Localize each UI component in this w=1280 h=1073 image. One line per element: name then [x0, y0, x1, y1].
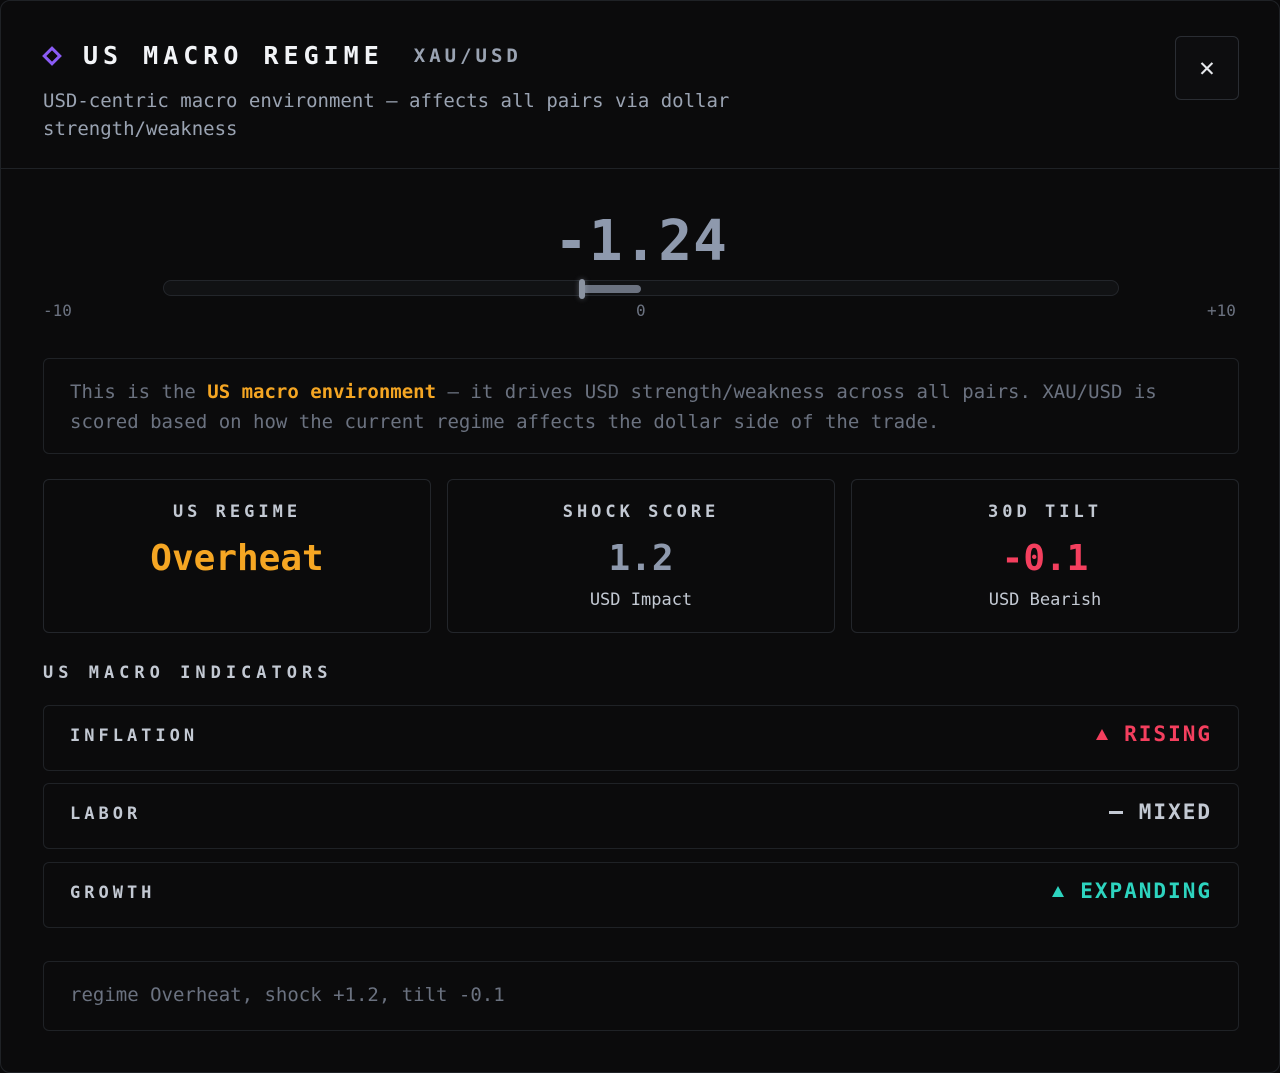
modal-header: US MACRO REGIME XAU/USD USD-centric macr… — [1, 1, 1279, 169]
card-label: SHOCK SCORE — [562, 502, 720, 522]
info-prefix: This is the — [70, 381, 208, 403]
summary-text: regime Overheat, shock +1.2, tilt -0.1 — [70, 984, 505, 1006]
modal-subtitle: USD-centric macro environment — affects … — [43, 90, 730, 140]
info-description: This is the US macro environment — it dr… — [43, 358, 1239, 454]
indicator-status-label: EXPANDING — [1080, 879, 1212, 903]
indicator-status: MIXED — [1108, 800, 1212, 824]
card-subtext: USD Impact — [589, 590, 693, 610]
scale-zero-label: 0 — [636, 301, 646, 320]
score-gauge-fill — [581, 285, 641, 293]
macro-regime-modal: US MACRO REGIME XAU/USD USD-centric macr… — [0, 0, 1280, 1073]
modal-title: US MACRO REGIME — [83, 41, 384, 70]
card-value: Overheat — [150, 538, 324, 579]
indicator-name: GROWTH — [70, 883, 156, 903]
info-highlight: US macro environment — [207, 381, 437, 403]
score-value: -1.24 — [554, 209, 728, 274]
card-us-regime: US REGIME Overheat — [43, 479, 431, 633]
scale-min-label: -10 — [43, 301, 72, 320]
card-subtext: USD Bearish — [988, 590, 1102, 610]
indicator-row-inflation: INFLATION RISING — [43, 705, 1239, 771]
indicator-row-labor: LABOR MIXED — [43, 783, 1239, 849]
score-gauge-marker — [578, 279, 585, 299]
indicator-row-growth: GROWTH EXPANDING — [43, 862, 1239, 928]
close-button[interactable]: ✕ — [1175, 36, 1239, 100]
triangle-up-icon — [1096, 728, 1109, 740]
card-value: 1.2 — [608, 538, 674, 579]
card-shock-score: SHOCK SCORE 1.2 USD Impact — [447, 479, 835, 633]
indicator-name: INFLATION — [70, 726, 199, 746]
indicator-status-label: MIXED — [1138, 800, 1212, 824]
indicators-section-title: US MACRO INDICATORS — [43, 663, 333, 683]
card-value: -0.1 — [1001, 538, 1089, 579]
indicator-status-label: RISING — [1124, 722, 1212, 746]
diamond-icon — [42, 45, 62, 66]
indicator-name: LABOR — [70, 804, 142, 824]
close-icon: ✕ — [1199, 53, 1215, 83]
title-row: US MACRO REGIME XAU/USD — [42, 41, 522, 70]
triangle-up-icon — [1052, 885, 1065, 897]
card-label: 30D TILT — [988, 502, 1102, 522]
score-gauge-track — [163, 279, 1119, 299]
pair-label: XAU/USD — [413, 44, 522, 67]
card-label: US REGIME — [172, 502, 302, 522]
scale-max-label: +10 — [1207, 301, 1236, 320]
dash-icon — [1108, 810, 1123, 814]
summary-footer: regime Overheat, shock +1.2, tilt -0.1 — [43, 961, 1239, 1031]
indicator-status: RISING — [1096, 722, 1212, 746]
card-30d-tilt: 30D TILT -0.1 USD Bearish — [851, 479, 1239, 633]
indicator-status: EXPANDING — [1052, 879, 1212, 903]
